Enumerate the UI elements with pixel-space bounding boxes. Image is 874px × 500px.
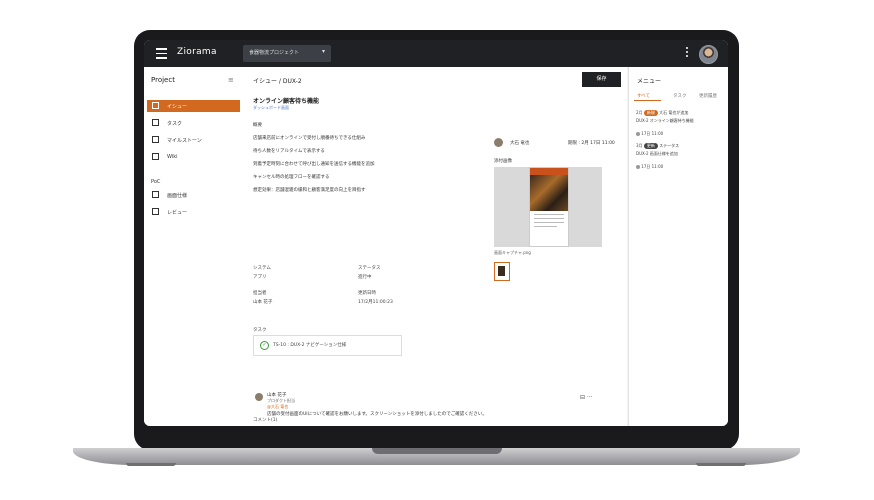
task-item-label: TS-10 : DUX-2 ナビゲーション仕様 [273,343,347,348]
comments-header: コメント(1) [253,418,278,423]
issue-icon [152,102,159,109]
assignee-avatar [494,138,503,147]
meta-label-updated: 更新日時 [358,291,376,296]
meta-value-assignee: 山本 花子 [253,300,273,305]
sidebar-item-screen-spec[interactable]: 画面仕様 [147,189,240,201]
panel-title: メニュー [637,78,662,85]
description-line: 想定効果：店舗混雑の緩和と顧客満足度の向上を目指す [253,188,366,193]
tab-history[interactable]: 更新履歴 [699,93,717,99]
task-section-label: タスク [253,328,267,333]
issue-subtitle-link[interactable]: ダッシュボード画面 [253,105,289,111]
description-line: 概要 [253,123,262,128]
meta-value-system: アプリ [253,275,267,280]
description-line: 店舗来店前にオンラインで受付し順番待ちできる仕組み [253,136,366,141]
sidebar-item-issues[interactable]: イシュー [147,100,240,112]
status-badge: 新規 [643,110,658,116]
sidebar-title: Project [151,76,175,84]
app-screen: Ziorama 食器物流プロジェクト ▾ Project ≡ イシュー タスク … [144,40,728,426]
comment-actions[interactable]: ⊟ ··· [580,394,593,401]
breadcrumb[interactable]: イシュー / DUX-2 [253,76,302,85]
active-tab-indicator [634,100,661,101]
feed-time: 17日 11:00 [636,131,663,137]
app-title: Ziorama [177,47,217,57]
tab-all[interactable]: すべて [637,93,650,99]
flag-icon [152,136,159,143]
comment-avatar [255,393,263,401]
feed-date: 3月 [636,143,643,148]
feed-time-text: 17日 11:00 [641,131,664,136]
sidebar-item-label: マイルストーン [167,138,202,144]
top-bar: Ziorama 食器物流プロジェクト ▾ [144,40,728,67]
hamburger-menu-icon[interactable] [156,48,167,59]
laptop-notch [372,448,502,454]
laptop-feet [116,463,756,467]
sidebar-item-label: Wiki [167,154,178,160]
sidebar-item-label: レビュー [167,210,188,216]
feed-text: ステータス [659,143,680,148]
feed-item[interactable]: 3月 更新 ステータス [636,143,679,149]
save-button[interactable]: 保存 [582,72,621,87]
tab-tasks[interactable]: タスク [673,93,687,99]
wiki-icon [152,153,159,160]
user-avatar[interactable] [699,45,718,64]
project-select[interactable]: 食器物流プロジェクト ▾ [243,45,331,62]
dot-icon [636,165,640,169]
sidebar-item-review[interactable]: レビュー [147,206,240,218]
sidebar-section-title: PoC [151,179,161,185]
dot-icon [636,132,640,136]
screen-icon [152,191,159,198]
sidebar-item-label: イシュー [167,104,188,110]
feed-date: 2月 [636,110,643,115]
check-circle-icon[interactable]: ✓ [260,341,269,350]
feed-text: 大石 竜也が追加 [659,110,689,115]
issue-title: オンライン顧客待ち機能 [253,98,320,105]
feed-time: 17日 11:00 [636,164,663,170]
sidebar-item-wiki[interactable]: Wiki [147,151,240,163]
description-line: 待ち人数をリアルタイムで表示する [253,149,325,154]
task-icon [152,119,159,126]
sidebar: Project ≡ イシュー タスク マイルストーン Wiki PoC 画面仕様… [144,67,243,426]
description-line: キャンセル時の処理フローを確認する [253,175,330,180]
description-line: 到着予定時刻に合わせて呼び出し通知を送信する機能を追加 [253,162,375,167]
attachment-label: 添付画像 [494,159,512,164]
feed-item[interactable]: 2月 新規 大石 竜也が追加 [636,110,688,116]
sidebar-item-milestones[interactable]: マイルストーン [147,134,240,146]
attachment-caption: 画面キャプチャ.png [494,250,531,255]
meta-value-status: 進行中 [358,275,372,280]
collapse-icon[interactable]: ≡ [228,76,234,84]
meta-label-system: システム [253,266,271,271]
sidebar-item-tasks[interactable]: タスク [147,117,240,129]
issue-description: 概要 店舗来店前にオンラインで受付し順番待ちできる仕組み 待ち人数をリアルタイム… [253,119,503,197]
right-panel: メニュー すべて タスク 更新履歴 2月 新規 大石 竜也が追加 DUX-2 オ… [628,67,728,426]
phone-screenshot-image [529,167,569,247]
image-icon [152,208,159,215]
meta-label-assignee: 担当者 [253,291,267,296]
meta-label-status: ステータス [358,266,381,271]
feed-time-text: 17日 11:00 [641,164,664,169]
feed-detail: DUX-2 オンライン顧客待ち機能 [636,118,694,123]
project-select-value: 食器物流プロジェクト [249,50,300,56]
status-badge: 更新 [643,143,658,149]
main-content: イシュー / DUX-2 保存 オンライン顧客待ち機能 ダッシュボード画面 概要… [243,67,627,426]
comment-text: 店舗の受付画面のUIについて確認をお願いします。スクリーンショットを添付しました… [267,412,487,417]
due-date: 期限 : 2月 17日 11:00 [568,141,615,146]
chevron-down-icon: ▾ [321,48,325,55]
feed-detail: DUX-2 画面仕様を追加 [636,151,678,156]
meta-value-updated: 17/2月11:00:23 [358,300,393,305]
sidebar-item-label: 画面仕様 [167,193,188,199]
attachment-thumbnail[interactable] [494,262,510,281]
task-item[interactable]: ✓ TS-10 : DUX-2 ナビゲーション仕様 [253,335,402,356]
assignee-name: 大石 竜也 [510,141,530,146]
sidebar-item-label: タスク [167,121,183,127]
more-options-icon[interactable] [686,47,689,59]
comment-mention[interactable]: @大石 竜也 [267,404,288,410]
